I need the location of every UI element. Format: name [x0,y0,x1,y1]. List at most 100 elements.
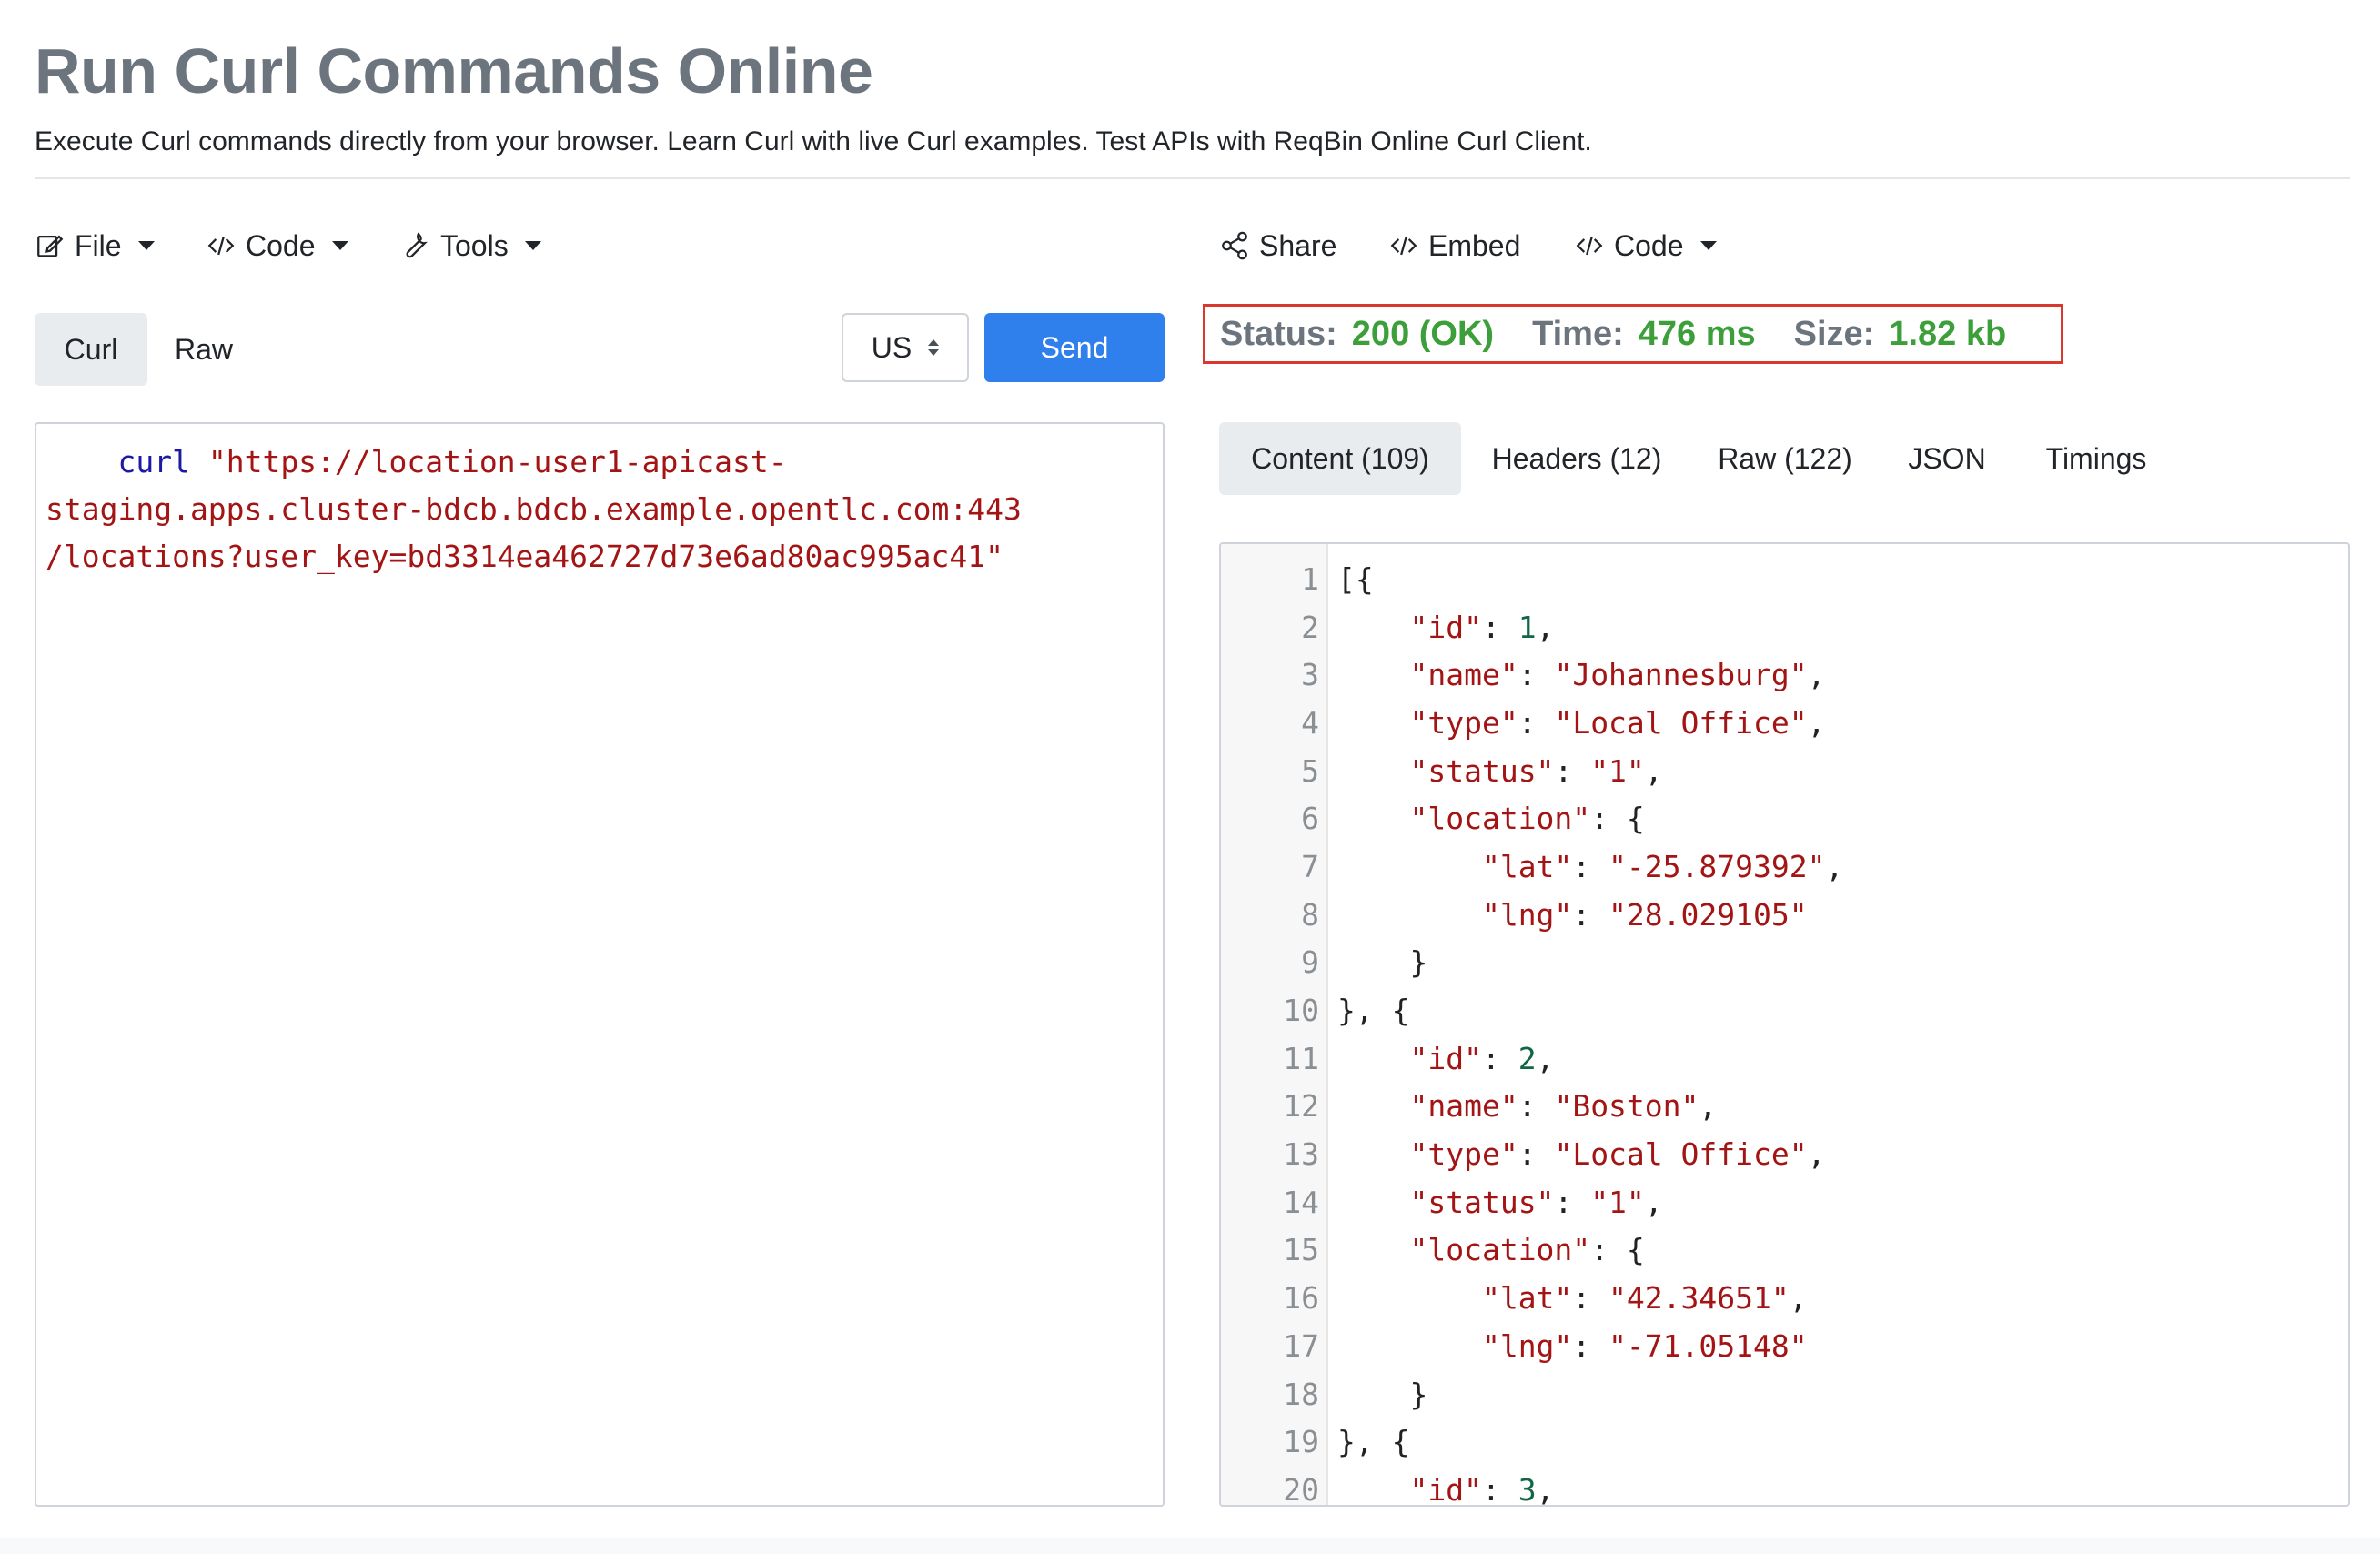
json-punctuation: }, { [1337,1424,1410,1460]
send-button[interactable]: Send [984,313,1165,382]
json-punctuation: : [1481,1471,1518,1507]
code-text: "name": "Boston", [1319,1088,1717,1124]
json-string: "lng" [1481,896,1573,933]
wrench-icon [400,230,431,261]
json-punctuation: , [1825,848,1844,884]
tab-raw-response[interactable]: Raw (122) [1701,422,1869,495]
tab-content[interactable]: Content (109) [1219,422,1461,495]
share-label: Share [1259,228,1337,262]
code-text: }, { [1319,993,1409,1028]
code-line: 14 "status": "1", [1221,1178,2348,1226]
line-number: 16 [1283,1280,1319,1317]
json-punctuation: } [1409,944,1428,981]
code-line: 6 "location": { [1221,794,2348,843]
select-arrows-icon [928,339,940,356]
json-string: "Johannesburg" [1554,657,1808,693]
line-number: 19 [1283,1424,1319,1460]
response-viewer[interactable]: 1 [{ 2 "id": 1, 3 "name": "Johannesburg", 4 … [1219,542,2350,1507]
code-text: "status": "1", [1319,753,1662,789]
tools-menu[interactable]: Tools [400,222,541,269]
code-line: 12 "name": "Boston", [1221,1083,2348,1131]
code-text: "lat": "42.34651", [1319,1280,1808,1316]
json-string: "location" [1409,801,1591,837]
size-value: 1.82 kb [1889,314,2007,353]
code-line: 2 "id": 1, [1221,603,2348,651]
json-string: "type" [1409,1136,1518,1173]
line-number: 18 [1283,1376,1319,1412]
code-text: "type": "Local Office", [1319,1136,1825,1172]
json-punctuation: : [1554,1184,1591,1220]
code-line: 4 "type": "Local Office", [1221,699,2348,747]
line-number: 2 [1301,609,1319,645]
code-line: 18 } [1221,1370,2348,1418]
json-punctuation: , [1644,1184,1663,1220]
code-line: 17 "lng": "-71.05148" [1221,1322,2348,1370]
json-punctuation: : [1518,704,1555,741]
file-menu[interactable]: File [35,222,155,269]
line-number: 1 [1301,560,1319,597]
json-string: "-25.879392" [1609,848,1826,884]
code-text: "lng": "28.029105" [1319,897,1808,933]
json-punctuation: : [1518,657,1555,693]
editor-line: staging.apps.cluster-bdcb.bdcb.example.o… [45,491,1022,527]
json-string: "id" [1409,609,1482,645]
page-subtitle: Execute Curl commands directly from your… [35,126,1592,156]
code-line: 7 "lat": "-25.879392", [1221,843,2348,891]
code-text: [{ [1319,561,1374,597]
code-line: 1 [{ [1221,555,2348,603]
json-number: 2 [1518,1040,1537,1076]
chevron-down-icon [137,241,155,250]
json-string: "Local Office" [1554,704,1808,741]
edit-icon [35,230,66,261]
embed-button[interactable]: Embed [1388,222,1520,269]
code-text: "id": 1, [1319,610,1554,645]
json-string: "28.029105" [1609,896,1808,933]
code-export-menu[interactable]: Code [1574,222,1717,269]
line-number: 14 [1283,1184,1319,1220]
line-number: 17 [1283,1327,1319,1364]
code-line: 20 "id": 3, [1221,1466,2348,1507]
status-value: 200 (OK) [1351,314,1495,353]
line-number: 9 [1301,944,1319,981]
json-string: "name" [1409,657,1518,693]
json-string: "1" [1590,1184,1645,1220]
code-text: "lat": "-25.879392", [1319,849,1843,884]
status-group: Status: 200 (OK) [1220,315,1494,354]
time-value: 476 ms [1638,314,1756,353]
code-menu-label: Code [246,228,316,262]
embed-label: Embed [1428,228,1521,262]
json-punctuation: : [1518,1088,1555,1125]
region-select[interactable]: US [842,313,969,382]
tab-json[interactable]: JSON [1892,422,2002,495]
json-number: 3 [1518,1471,1537,1507]
tab-timings[interactable]: Timings [2023,422,2169,495]
share-button[interactable]: Share [1219,222,1336,269]
tab-headers[interactable]: Headers (12) [1474,422,1679,495]
json-punctuation: } [1409,1376,1428,1412]
tab-raw[interactable]: Raw [156,313,251,386]
code-menu[interactable]: Code [206,222,348,269]
editor-line: curl "https://location-user1-apicast- [45,439,1154,486]
code-text: "name": "Johannesburg", [1319,657,1825,692]
line-number: 11 [1283,1040,1319,1076]
curl-editor[interactable]: curl "https://location-user1-apicast- st… [35,422,1165,1507]
json-punctuation: , [1807,1136,1826,1173]
size-label: Size: [1793,314,1875,353]
tab-curl[interactable]: Curl [35,313,147,386]
json-string: "name" [1409,1088,1518,1125]
code-icon [1388,230,1419,261]
json-string: "lat" [1481,1280,1573,1317]
json-string: "Boston" [1554,1088,1699,1125]
json-string: "type" [1409,704,1518,741]
size-group: Size: 1.82 kb [1794,315,2007,354]
json-punctuation: : [1481,609,1518,645]
json-punctuation: [{ [1337,560,1374,597]
